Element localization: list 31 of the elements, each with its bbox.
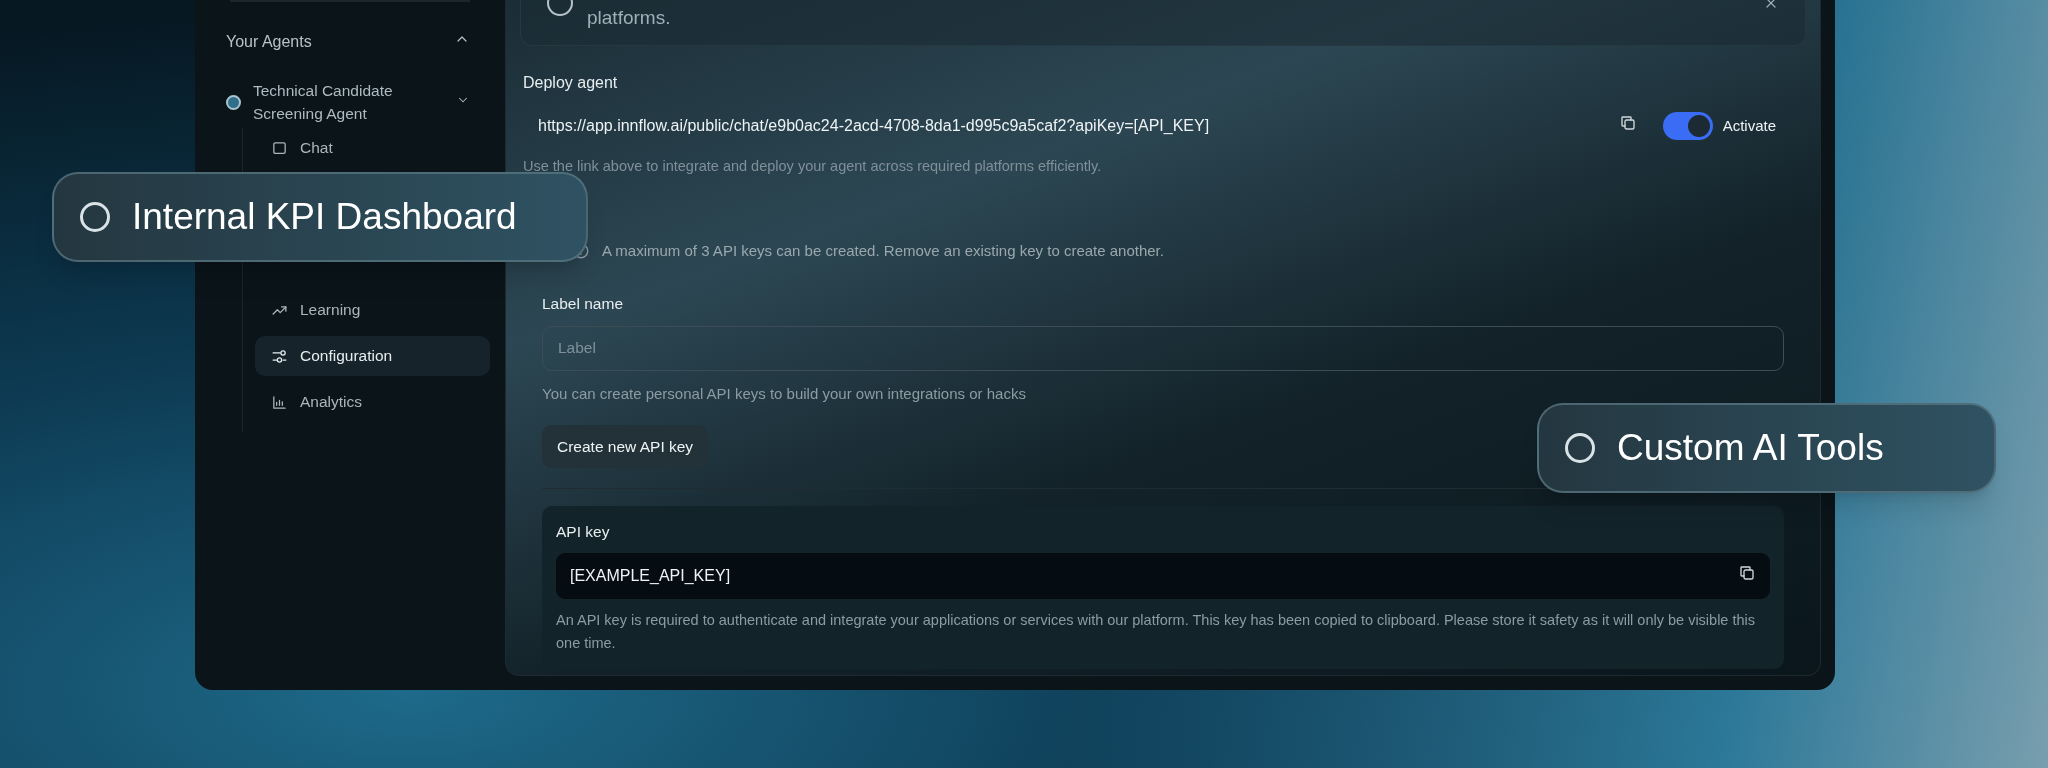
activate-toggle[interactable] bbox=[1662, 112, 1713, 140]
toggle-label: Activate bbox=[1722, 115, 1776, 136]
copy-icon bbox=[1618, 113, 1637, 132]
radio-button[interactable] bbox=[1565, 433, 1595, 463]
deploy-url: https://app.innflow.ai/public/chat/e9b0ac24-2acd-4708-8da1-d995c9a5caf2?apiKey=[API_KEY] bbox=[538, 116, 1210, 136]
field-label: Label name bbox=[542, 294, 624, 315]
nav-item[interactable]: Analytics bbox=[255, 382, 490, 422]
agent-name[interactable]: Technical Candidate Screening Agent bbox=[253, 79, 423, 125]
hint-text: Use the link above to integrate and deploy your agent across required platforms efficiently. bbox=[522, 157, 1103, 176]
hint-text: You can create personal API keys to build your own integrations or hacks bbox=[542, 383, 1027, 404]
field-label: API key bbox=[556, 522, 611, 542]
nav-item[interactable]: Chat bbox=[255, 132, 490, 164]
nav-item[interactable]: Learning bbox=[255, 290, 490, 330]
api-key-field[interactable]: [EXAMPLE_API_KEY] bbox=[556, 553, 1770, 600]
agent-avatar-icon bbox=[226, 94, 241, 110]
notice-text: A maximum of 3 API keys can be created. Remove an existing key to create another. bbox=[602, 240, 1164, 261]
radio-button[interactable] bbox=[80, 202, 110, 232]
section-title: Deploy agent bbox=[522, 73, 619, 93]
bar-chart-icon bbox=[271, 393, 288, 411]
card-text: platforms. bbox=[587, 6, 671, 30]
pill-label: Custom AI Tools bbox=[1617, 426, 1884, 471]
label-input-field[interactable]: Label bbox=[542, 325, 1784, 371]
create-key-button[interactable]: Create new API key bbox=[542, 425, 709, 468]
description-text: An API key is required to authenticate and integrate your applications or services with our platform. This key has been copied to clipboard. Please store it safety as it will only be visible this one time. bbox=[556, 611, 1757, 654]
nav-item[interactable]: Configuration bbox=[255, 336, 490, 376]
sliders-icon bbox=[271, 347, 288, 365]
pill-label: Internal KPI Dashboard bbox=[132, 195, 517, 240]
section-title: Your Agents bbox=[226, 32, 312, 52]
chat-bubble-icon bbox=[271, 139, 288, 157]
api-key-value: [EXAMPLE_API_KEY] bbox=[570, 566, 731, 587]
copy-icon bbox=[1738, 563, 1756, 582]
